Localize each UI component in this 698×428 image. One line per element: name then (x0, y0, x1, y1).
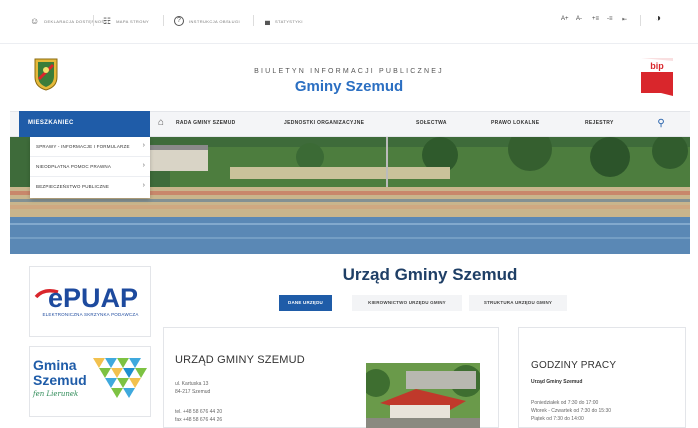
tab-kierownictwo[interactable]: KIEROWNICTWO URZĘDU GMINY (352, 295, 462, 311)
epuap-logo-text: ePUAP (48, 283, 138, 310)
chevron-right-icon: › (142, 142, 145, 149)
gmina-label: Gmina (33, 357, 77, 373)
nav-item-mieszkaniec[interactable]: MIESZKANIEC (19, 111, 150, 137)
tab-struktura[interactable]: STRUKTURA URZĘDU GMINY (469, 295, 567, 311)
dropdown-item-bezpieczenstwo[interactable]: BEZPIECZEŃSTWO PUBLICZNE › (30, 177, 150, 197)
divider (253, 15, 254, 26)
stats-icon: ▄ (265, 17, 270, 25)
hours-title: GODZINY PRACY (531, 360, 617, 371)
chevron-right-icon: › (142, 162, 145, 169)
hours-line: Wtorek - Czwartek od 7:30 do 15:30 (531, 408, 612, 414)
home-icon[interactable]: ⌂ (158, 117, 164, 128)
dropdown-item-pomoc-prawna[interactable]: NIEODPŁATNA POMOC PRAWNA › (30, 157, 150, 177)
accessibility-declaration-link[interactable]: ☺ DEKLARACJA DOSTĘPNOŚCI (30, 15, 109, 27)
sitemap-link[interactable]: ☷ MAPA STRONY (103, 15, 149, 27)
divider (640, 15, 641, 26)
page-title[interactable]: Gminy Szemud (200, 78, 498, 95)
office-name: URZĄD GMINY SZEMUD (175, 354, 305, 366)
sitemap-icon: ☷ (103, 15, 112, 26)
nav-item-prawo[interactable]: PRAWO LOKALNE (491, 120, 539, 126)
spacing-reset-button[interactable]: ⇤ (622, 16, 627, 23)
stats-link[interactable]: ▄ STATYSTYKI (265, 15, 303, 27)
font-larger-button[interactable]: A+ (561, 16, 569, 22)
font-smaller-button[interactable]: A- (576, 16, 582, 22)
divider (163, 15, 164, 26)
hours-line: Piątek od 7:30 do 14:00 (531, 416, 584, 422)
szemud-label: Szemud (33, 372, 87, 388)
dropdown-item-sprawy[interactable]: SPRAWY - INFORMACJE I FORMULARZE › (30, 137, 150, 157)
office-phone[interactable]: tel. +48 58 676 44 20 (175, 409, 222, 415)
help-icon: ? (174, 16, 184, 26)
mieszkaniec-dropdown: SPRAWY - INFORMACJE I FORMULARZE › NIEOD… (30, 137, 150, 198)
bip-logo[interactable]: bip (641, 58, 673, 96)
chevron-right-icon: › (142, 182, 145, 189)
hours-subtitle: Urząd Gminy Szemud (531, 379, 583, 385)
triangles-logo-icon (93, 358, 147, 398)
nav-item-rada[interactable]: RADA GMINY SZEMUD (176, 120, 236, 126)
epuap-subtitle: ELEKTRONICZNA SKRZYNKA PODAWCZA (42, 312, 139, 317)
nav-item-jednostki[interactable]: JEDNOSTKI ORGANIZACYJNE (284, 120, 364, 126)
search-icon[interactable]: ⚲ (650, 114, 672, 134)
accessibility-icon: ☺ (30, 15, 40, 26)
office-street: ul. Kartuska 13 (175, 381, 209, 387)
epuap-logo: ePUAP (34, 283, 138, 310)
spacing-decrease-button[interactable]: -≡ (607, 16, 613, 22)
gmina-tagline: fen Lierunek (33, 390, 79, 398)
bip-logo-text: bip (650, 61, 664, 71)
office-building-photo (366, 363, 480, 428)
divider (93, 15, 94, 26)
main-title: Urząd Gminy Szemud (342, 265, 518, 284)
tab-dane-urzedu[interactable]: DANE URZĘDU (279, 295, 332, 311)
hours-line: Poniedziałek od 7:30 do 17:00 (531, 400, 599, 406)
header-subtitle: BIULETYN INFORMACJI PUBLICZNEJ (254, 68, 444, 75)
nav-item-solectwa[interactable]: SOŁECTWA (416, 120, 447, 126)
office-postal: 84-217 Szemud (175, 389, 211, 395)
spacing-increase-button[interactable]: +≡ (592, 16, 599, 22)
coat-of-arms-logo[interactable] (33, 57, 59, 91)
contrast-icon[interactable]: ◑ (655, 13, 661, 24)
nav-item-rejestry[interactable]: REJESTRY (585, 120, 614, 126)
office-fax: fax +48 58 676 44 26 (175, 417, 223, 423)
help-link[interactable]: ? INSTRUKCJA OBSŁUGI (174, 15, 240, 27)
